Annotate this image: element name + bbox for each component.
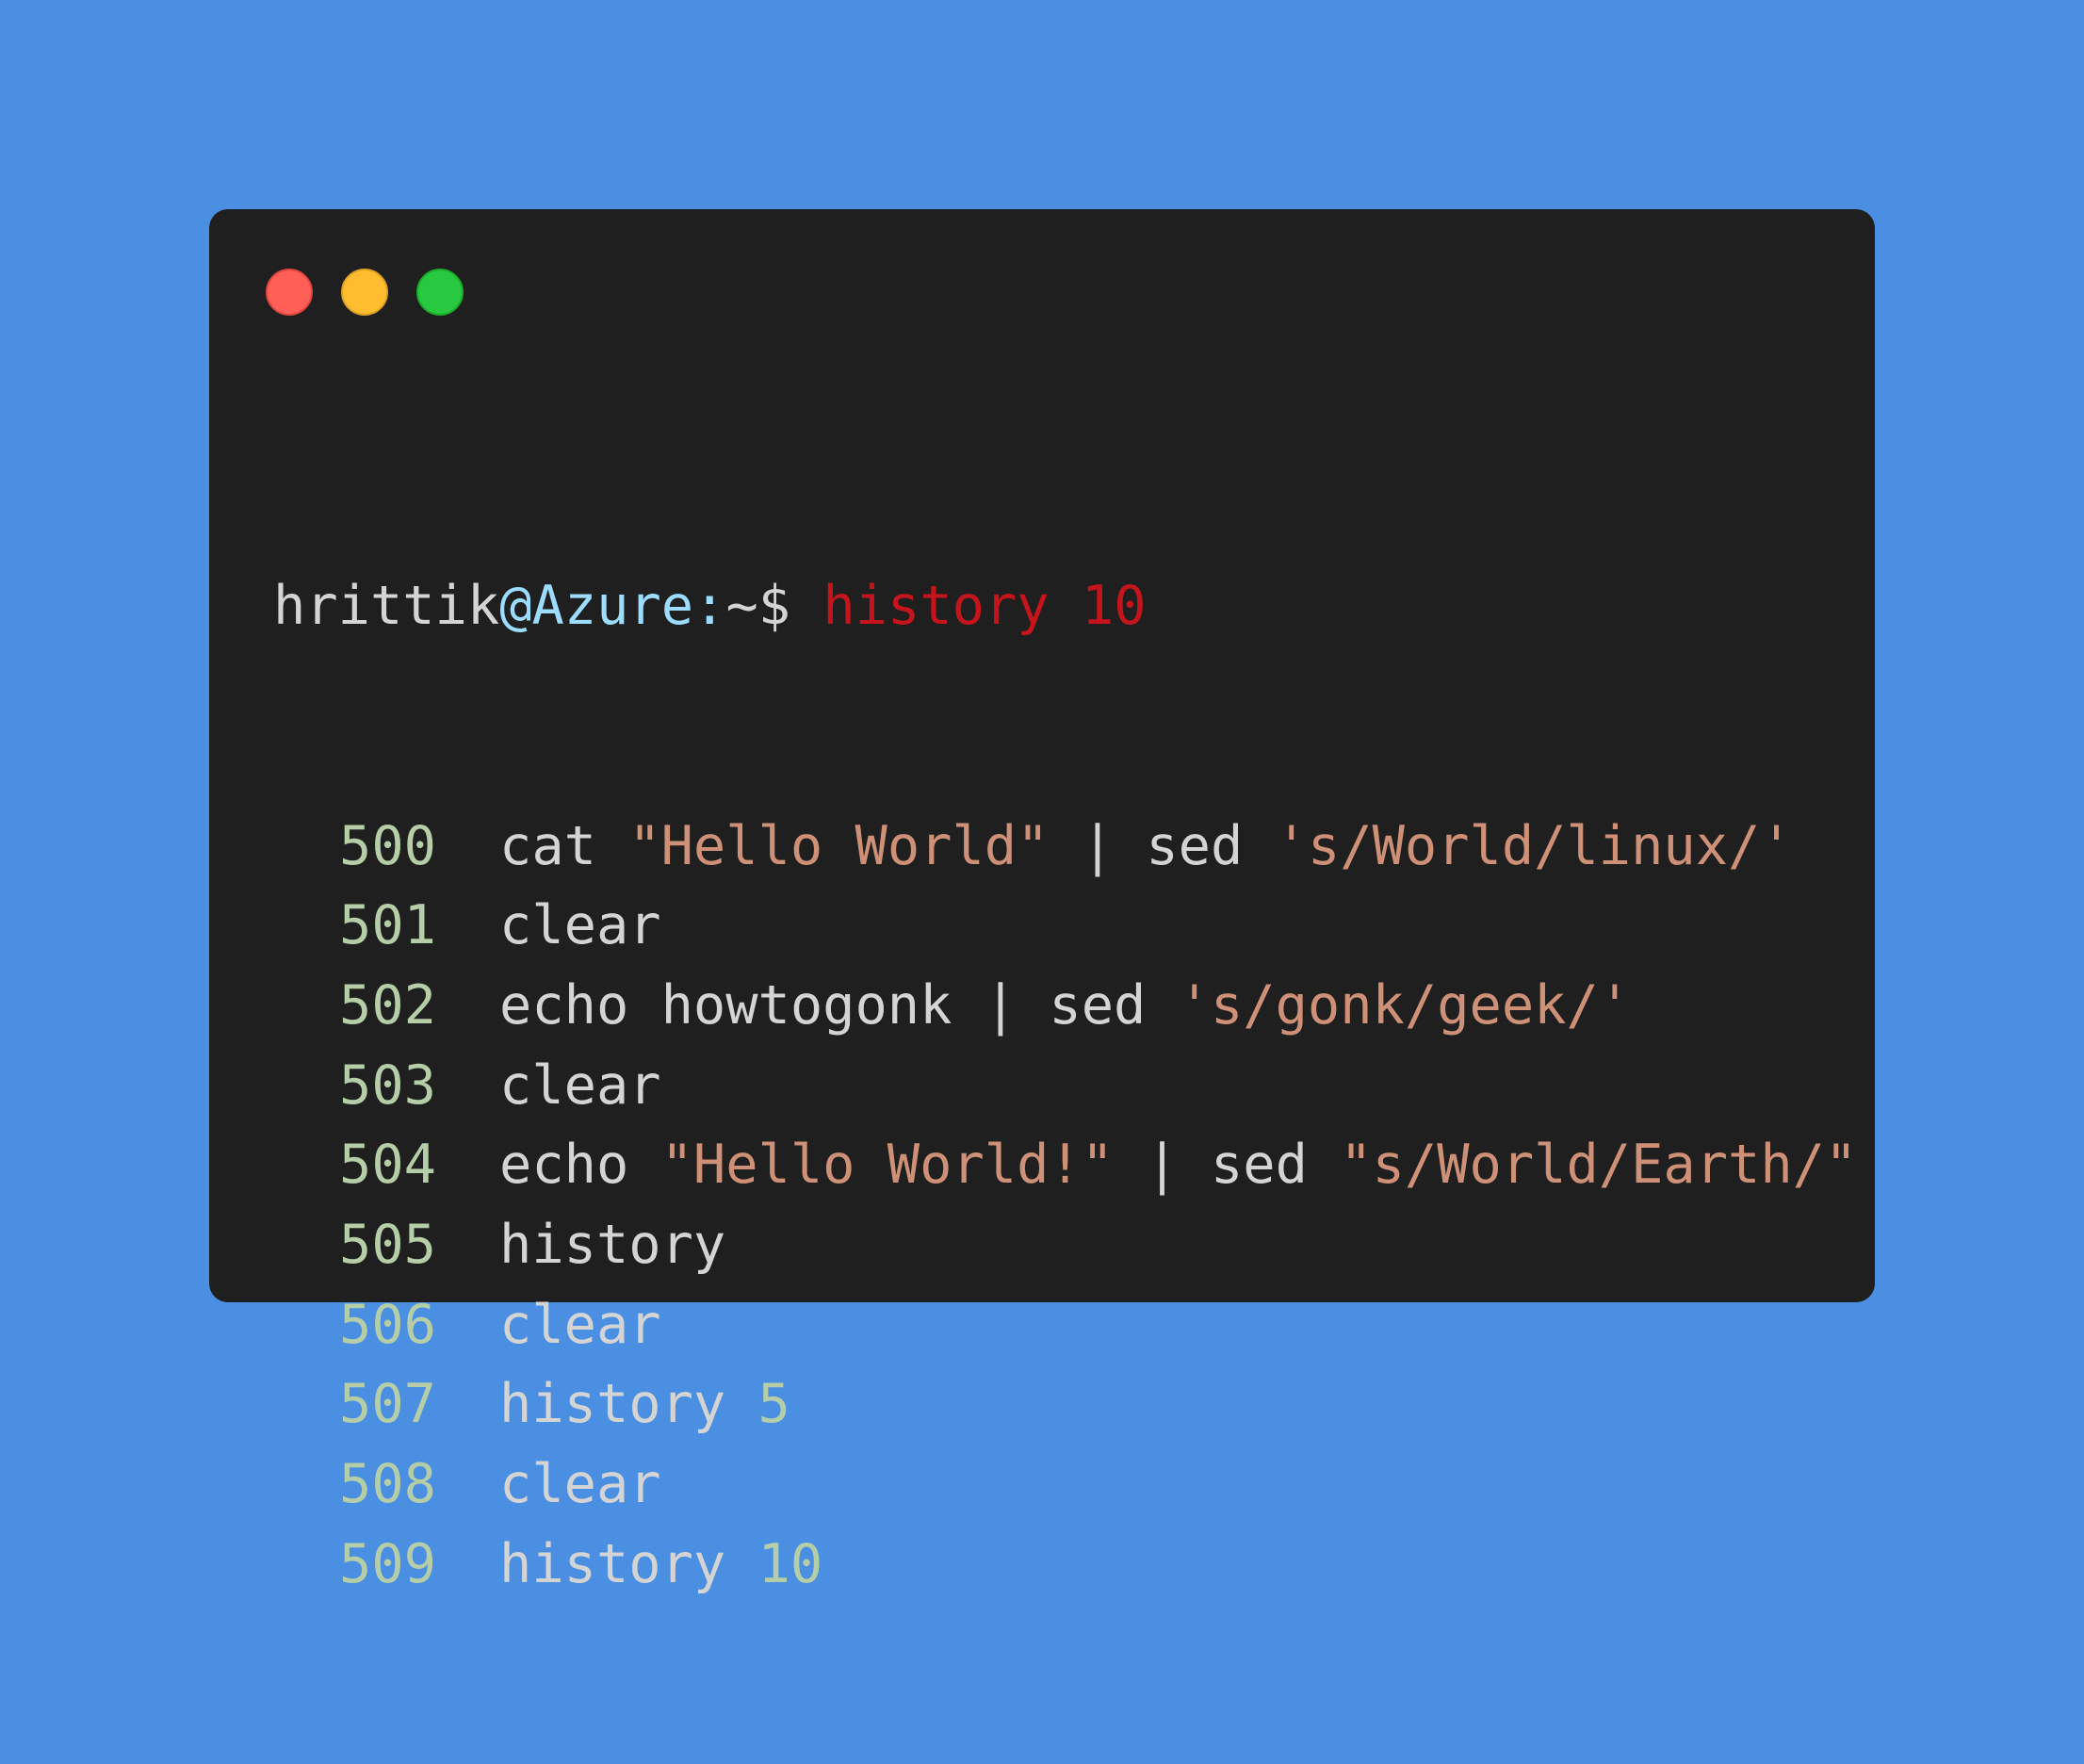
history-entry-number: 501 — [339, 894, 436, 957]
history-entry-text: | sed — [1049, 814, 1276, 877]
history-entry-number: 509 — [339, 1532, 436, 1595]
history-entry-number: 506 — [339, 1293, 436, 1356]
prompt-host: @Azure: — [499, 575, 726, 638]
history-entry-text: history — [499, 1213, 726, 1276]
prompt-command: history 10 — [822, 575, 1147, 638]
history-entry: 509 history 10 — [273, 1525, 1875, 1605]
history-entry-text: clear — [499, 1453, 661, 1515]
history-entry-string: "Hello World" — [628, 814, 1050, 877]
close-button-icon[interactable] — [266, 269, 313, 316]
history-entry: 508 clear — [273, 1445, 1875, 1525]
history-entry-text: cat — [499, 814, 629, 877]
history-entry-number: 507 — [339, 1373, 436, 1436]
history-entry-text: clear — [499, 1054, 661, 1117]
history-entry-text: history — [499, 1373, 758, 1436]
history-entry: 503 clear — [273, 1046, 1875, 1126]
history-entry: 504 echo "Hello World!" | sed "s/World/Ea… — [273, 1125, 1875, 1205]
maximize-button-icon[interactable] — [416, 269, 464, 316]
history-entry: 502 echo howtogonk | sed 's/gonk/geek/' — [273, 966, 1875, 1046]
prompt-line: hrittik@Azure:~$ history 10 — [273, 566, 1875, 646]
history-entry-string: "Hello World!" — [660, 1134, 1115, 1197]
terminal-window: hrittik@Azure:~$ history 10 500 cat "Hell… — [209, 209, 1875, 1595]
history-entry-number: 508 — [339, 1453, 436, 1515]
history-entry-string: 's/World/linux/' — [1275, 814, 1793, 877]
terminal-output[interactable]: hrittik@Azure:~$ history 10 500 cat "Hell… — [273, 407, 1875, 1764]
history-entry-text: history — [499, 1532, 758, 1595]
history-entry: 507 history 5 — [273, 1364, 1875, 1445]
history-entry-string: 's/gonk/geek/' — [1178, 973, 1632, 1037]
prompt-user: hrittik — [273, 575, 500, 638]
history-entry-text: echo — [499, 1134, 661, 1197]
history-entry-string: "s/World/Earth/" — [1340, 1134, 1858, 1197]
history-entry-number: 5 — [757, 1373, 790, 1436]
history-list: 500 cat "Hello World" | sed 's/World/linu… — [273, 807, 1875, 1605]
history-entry-text: clear — [499, 894, 661, 957]
history-entry-number: 505 — [339, 1213, 436, 1276]
history-entry-number: 10 — [757, 1532, 823, 1595]
screenshot-background: { "colors": { "background": "#4a8fe2", "… — [0, 0, 2084, 1595]
history-entry: 501 clear — [273, 886, 1875, 966]
history-entry-number: 504 — [339, 1134, 436, 1197]
history-entry: 506 clear — [273, 1285, 1875, 1365]
history-entry-text: | sed — [1114, 1134, 1341, 1197]
history-entry-number: 502 — [339, 973, 436, 1037]
minimize-button-icon[interactable] — [341, 269, 388, 316]
history-entry-text: echo howtogonk | sed — [499, 973, 1179, 1037]
history-entry: 500 cat "Hello World" | sed 's/World/linu… — [273, 807, 1875, 887]
history-entry-text: clear — [499, 1293, 661, 1356]
history-entry-number: 500 — [339, 814, 436, 877]
prompt-path-symbol: ~$ — [725, 575, 791, 638]
history-entry: 505 history — [273, 1205, 1875, 1285]
history-entry-number: 503 — [339, 1054, 436, 1117]
